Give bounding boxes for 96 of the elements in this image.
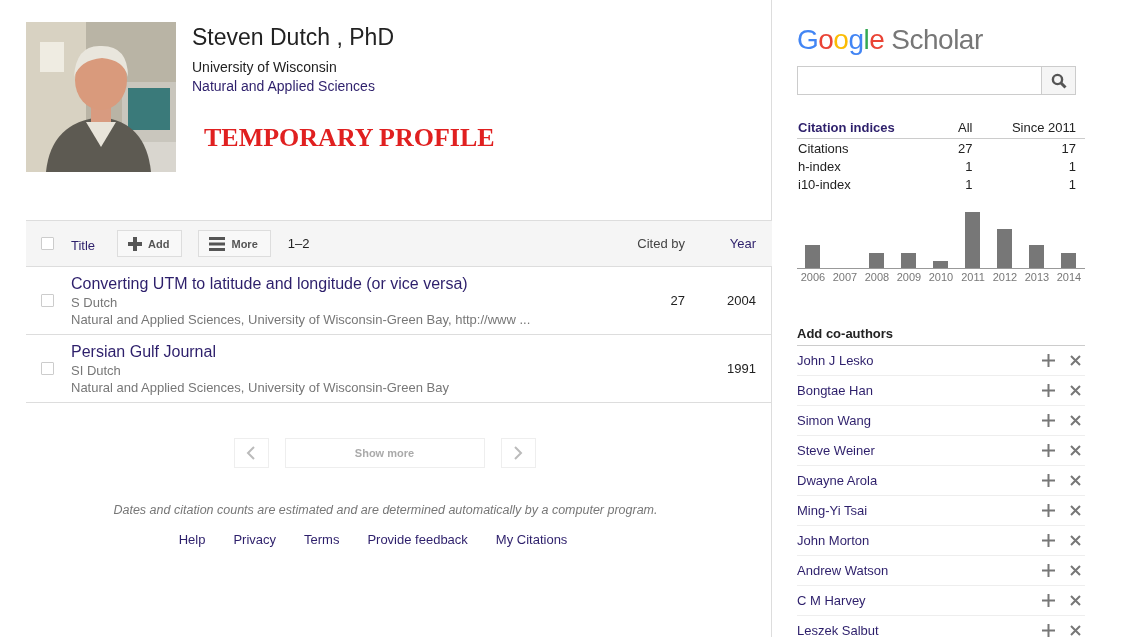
add-icon[interactable]: [1042, 504, 1055, 517]
cited-by-count[interactable]: 27: [615, 293, 685, 308]
select-all-checkbox[interactable]: [41, 237, 54, 250]
close-icon[interactable]: [1070, 565, 1081, 576]
stamp-label: TEMPORARY PROFILE: [204, 123, 495, 153]
histogram-bar: [933, 261, 948, 268]
footer-link[interactable]: My Citations: [495, 532, 568, 547]
add-icon[interactable]: [1042, 564, 1055, 577]
footer-link[interactable]: Privacy: [233, 532, 276, 547]
footer-link[interactable]: Terms: [304, 532, 340, 547]
plus-icon: [128, 236, 143, 251]
search-field[interactable]: [797, 66, 1041, 95]
article-year: 1991: [726, 361, 757, 376]
row-checkbox[interactable]: [41, 294, 54, 307]
coauthor-link[interactable]: Andrew Watson: [797, 563, 1042, 578]
row-checkbox[interactable]: [41, 362, 54, 375]
more-button[interactable]: More: [198, 230, 271, 257]
coauthor-link[interactable]: Simon Wang: [797, 413, 1042, 428]
histogram-bar: [1029, 245, 1044, 268]
disclaimer-text: Dates and citation counts are estimated and are determined automatically by a computer program.: [112, 503, 659, 517]
add-icon[interactable]: [1042, 384, 1055, 397]
histogram-bar: [805, 245, 820, 268]
metric-label: Citations: [797, 138, 949, 157]
chevron-left-icon: [246, 446, 256, 460]
metric-value: 1: [1067, 176, 1077, 193]
add-icon[interactable]: [1042, 354, 1055, 367]
metric-value: 1: [1067, 158, 1077, 175]
metric-value: 17: [981, 138, 1085, 157]
add-icon[interactable]: [1042, 474, 1055, 487]
year-label: 2007: [832, 271, 858, 283]
close-icon[interactable]: [1070, 355, 1081, 366]
column-header: All: [948, 120, 982, 139]
coauthor-link[interactable]: John J Lesko: [797, 353, 1042, 368]
add-icon[interactable]: [1042, 594, 1055, 607]
profile-name: Steven Dutch , PhD: [192, 24, 395, 51]
metric-label: i10-index: [797, 176, 852, 193]
metric-value: 1: [964, 158, 974, 175]
histogram-bar: [997, 229, 1012, 268]
add-icon[interactable]: [1042, 624, 1055, 637]
year-label: 2009: [896, 271, 922, 283]
footer-link[interactable]: Help: [178, 532, 206, 547]
histogram-bar: [869, 253, 884, 268]
interest-link[interactable]: Natural and Applied Sciences: [192, 78, 375, 94]
year-label: 2013: [1024, 271, 1050, 283]
column-header: Cited by: [636, 236, 685, 251]
result-range: 1–2: [287, 236, 310, 251]
footer-link[interactable]: Provide feedback: [367, 532, 468, 547]
coauthor-link[interactable]: C M Harvey: [797, 593, 1042, 608]
histogram-bar: [965, 212, 980, 268]
article-year: 2004: [726, 293, 757, 308]
close-icon[interactable]: [1070, 445, 1081, 456]
metric-value: 27: [948, 138, 982, 157]
year-label: 2012: [992, 271, 1018, 283]
add-button[interactable]: Add: [117, 230, 183, 257]
add-icon[interactable]: [1042, 444, 1055, 457]
close-icon[interactable]: [1070, 625, 1081, 636]
title-sort-link[interactable]: Title: [71, 238, 96, 253]
coauthor-link[interactable]: Ming-Yi Tsai: [797, 503, 1042, 518]
coauthor-link[interactable]: Steve Weiner: [797, 443, 1042, 458]
histogram-bar: [1061, 253, 1076, 268]
add-icon[interactable]: [1042, 414, 1055, 427]
article-venue: Natural and Applied Sciences, University of Wisconsin-Green Bay: [71, 379, 450, 395]
coauthor-link[interactable]: Dwayne Arola: [797, 473, 1042, 488]
year-label: 2008: [864, 271, 890, 283]
article-authors: S Dutch: [71, 294, 119, 310]
coauthor-link[interactable]: Bongtae Han: [797, 383, 1042, 398]
search-button[interactable]: [1041, 66, 1076, 95]
coauthor-link[interactable]: Leszek Salbut: [797, 623, 1042, 637]
histogram-bar: [901, 253, 916, 268]
article-title-link[interactable]: Converting UTM to latitude and longitude (or vice versa): [71, 274, 468, 293]
column-header: Since 2011: [981, 120, 1085, 139]
add-icon[interactable]: [1042, 534, 1055, 547]
metric-label: h-index: [797, 158, 842, 175]
affiliation: University of Wisconsin: [192, 59, 338, 75]
metric-value: 1: [964, 176, 974, 193]
scholar-logo: Google Scholar: [797, 24, 983, 56]
year-label: 2006: [800, 271, 826, 283]
close-icon[interactable]: [1070, 505, 1081, 516]
year-sort-link[interactable]: Year: [685, 236, 772, 251]
coauthor-link[interactable]: John Morton: [797, 533, 1042, 548]
year-label: 2014: [1056, 271, 1082, 283]
close-icon[interactable]: [1070, 415, 1081, 426]
search-icon: [1050, 72, 1067, 89]
column-header: Citation indices: [797, 120, 949, 139]
close-icon[interactable]: [1070, 595, 1081, 606]
section-heading: Add co-authors: [797, 326, 1085, 346]
article-authors: SI Dutch: [71, 362, 122, 378]
article-title-link[interactable]: Persian Gulf Journal: [71, 342, 216, 361]
year-label: 2011: [961, 271, 985, 283]
article-venue: Natural and Applied Sciences, University of Wisconsin-Green Bay, http://www ...: [71, 311, 532, 327]
close-icon[interactable]: [1070, 385, 1081, 396]
close-icon[interactable]: [1070, 475, 1081, 486]
year-label: 2010: [928, 271, 954, 283]
close-icon[interactable]: [1070, 535, 1081, 546]
menu-icon: [209, 236, 226, 251]
chevron-right-icon: [513, 446, 523, 460]
